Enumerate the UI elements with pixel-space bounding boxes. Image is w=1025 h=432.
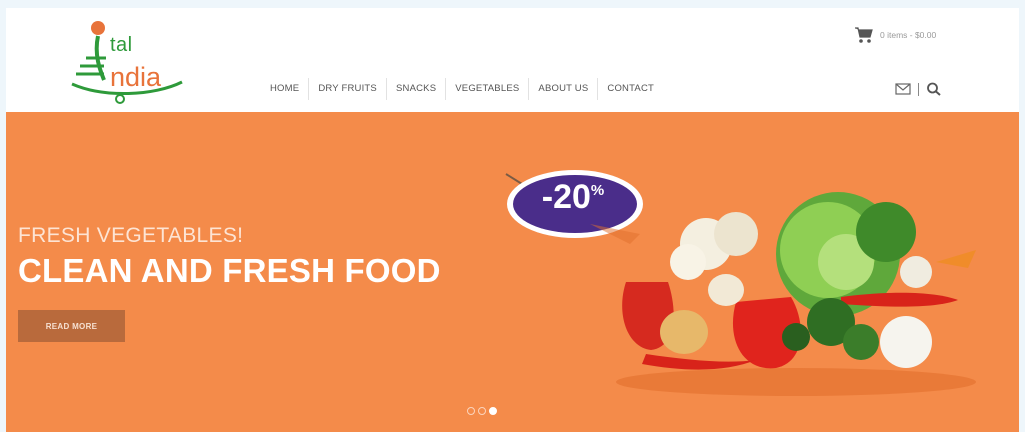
cart-icon bbox=[855, 27, 873, 43]
discount-value: -20 bbox=[541, 178, 591, 216]
nav-item-snacks[interactable]: SNACKS bbox=[387, 78, 447, 100]
cart-summary-text: 0 items - $0.00 bbox=[880, 30, 937, 40]
nav-item-dry-fruits[interactable]: DRY FRUITS bbox=[309, 78, 387, 100]
nav-item-about-us[interactable]: ABOUT US bbox=[529, 78, 599, 100]
site-logo[interactable]: tal ndia bbox=[64, 20, 194, 110]
search-icon[interactable] bbox=[926, 82, 942, 96]
cart-summary[interactable]: 0 items - $0.00 bbox=[854, 26, 936, 44]
nav-item-vegetables[interactable]: VEGETABLES bbox=[446, 78, 530, 100]
slider-dot-2[interactable] bbox=[478, 407, 486, 415]
page-frame: tal ndia HOME DRY FRUITS SNACKS VEGETABL… bbox=[6, 8, 1019, 432]
hero-subtitle: FRESH VEGETABLES! bbox=[18, 224, 244, 247]
nav-item-home[interactable]: HOME bbox=[261, 78, 310, 100]
slider-dot-3[interactable] bbox=[489, 407, 497, 415]
read-more-button[interactable]: READ MORE bbox=[18, 310, 125, 342]
discount-badge: -20% bbox=[500, 164, 650, 246]
main-nav: HOME DRY FRUITS SNACKS VEGETABLES ABOUT … bbox=[261, 78, 663, 100]
header-icons bbox=[895, 82, 942, 96]
site-header: tal ndia HOME DRY FRUITS SNACKS VEGETABL… bbox=[6, 8, 1019, 112]
hero-title: CLEAN AND FRESH FOOD bbox=[18, 252, 441, 289]
slider-dots bbox=[467, 407, 497, 415]
nav-item-contact[interactable]: CONTACT bbox=[598, 78, 663, 100]
discount-badge-text: -20% bbox=[518, 178, 628, 217]
header-icon-divider bbox=[918, 82, 919, 96]
vegetables-image bbox=[606, 172, 986, 402]
slider-dot-1[interactable] bbox=[467, 407, 475, 415]
discount-unit: % bbox=[590, 182, 605, 199]
hero-slider: FRESH VEGETABLES! CLEAN AND FRESH FOOD R… bbox=[6, 112, 1019, 432]
logo-text-ndia: ndia bbox=[110, 62, 162, 92]
logo-text-tal: tal bbox=[110, 34, 133, 56]
mail-icon[interactable] bbox=[895, 82, 911, 96]
